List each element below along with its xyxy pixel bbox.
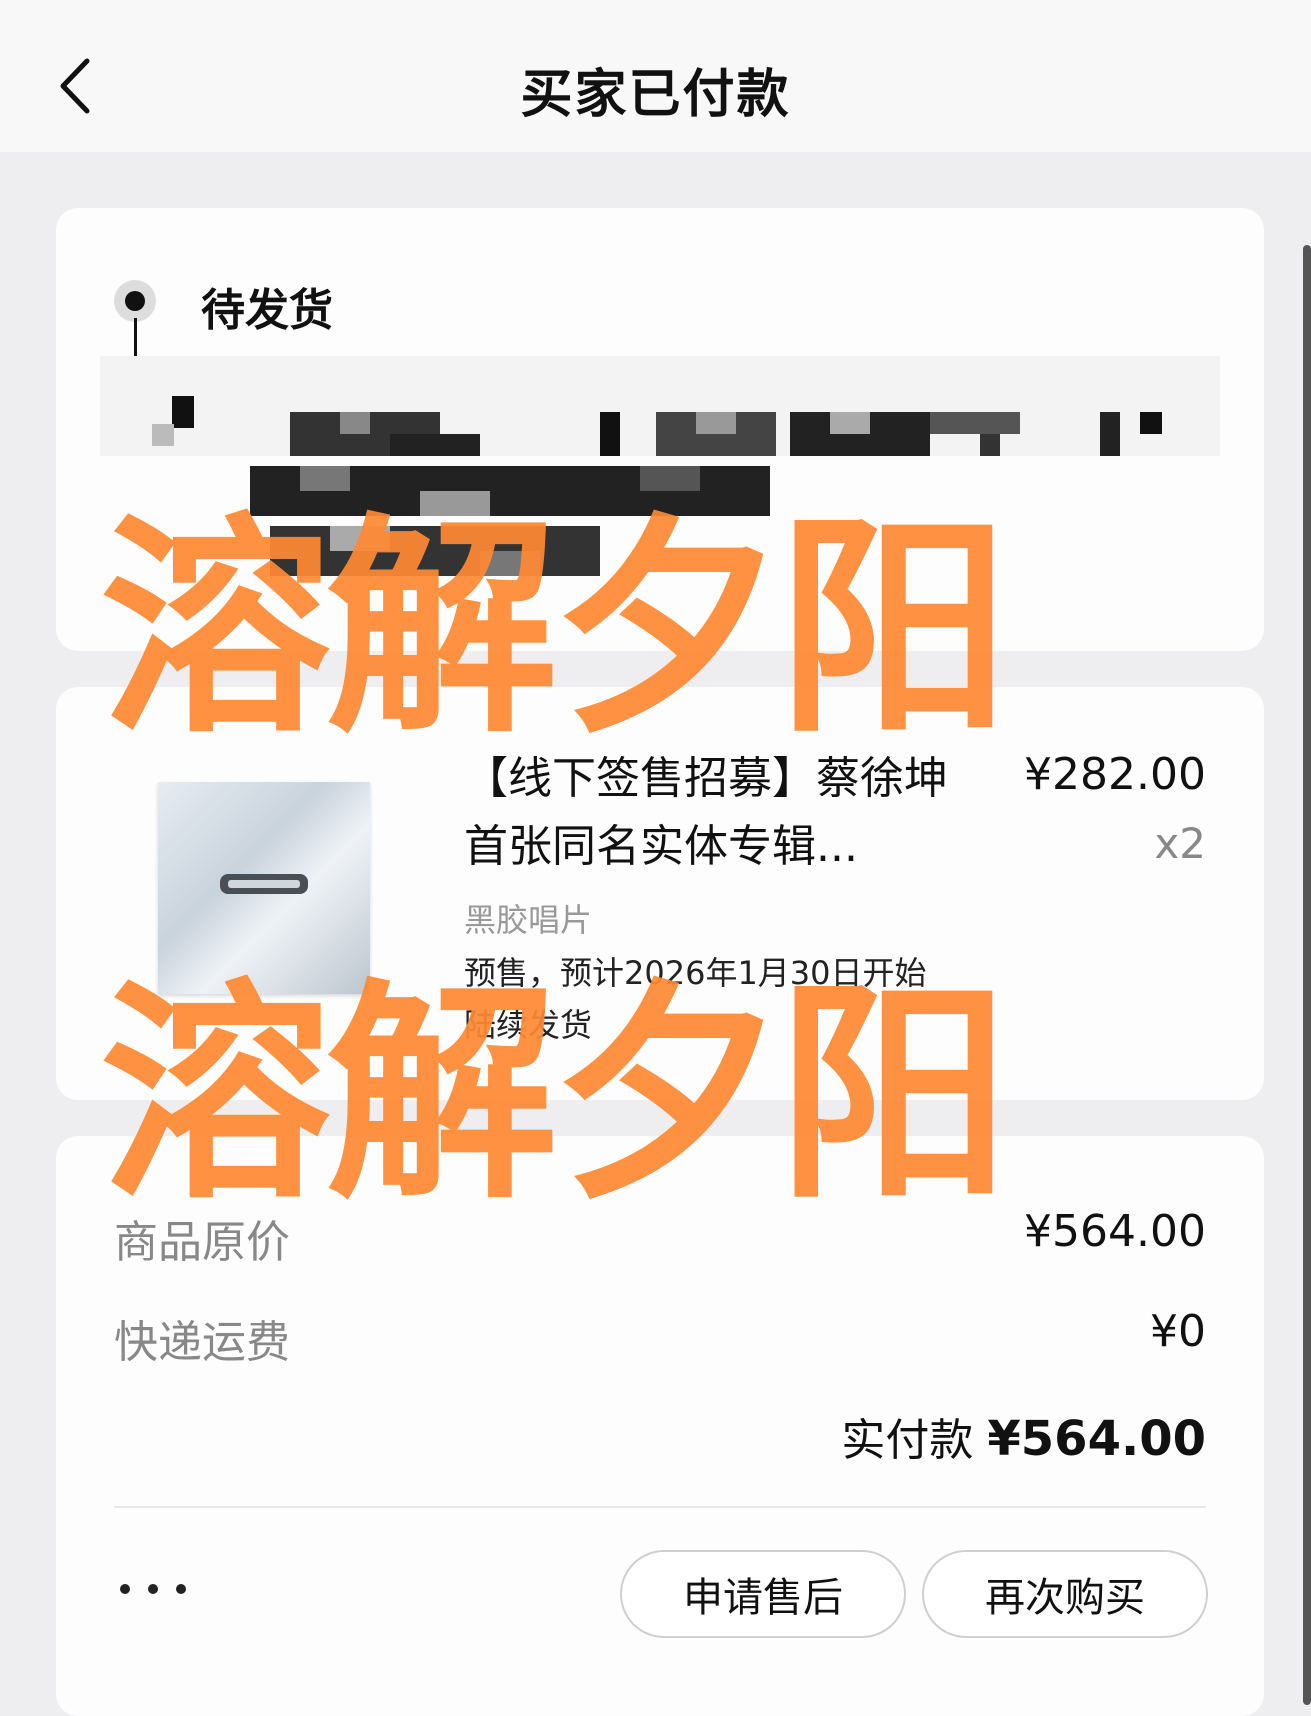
original-price-row: 商品原价 ¥564.00	[114, 1206, 1206, 1270]
divider	[114, 1506, 1206, 1508]
dot	[148, 1584, 158, 1594]
dot	[120, 1584, 130, 1594]
buy-again-button[interactable]: 再次购买	[922, 1550, 1208, 1638]
dot	[176, 1584, 186, 1594]
paid-value: ¥564.00	[987, 1411, 1206, 1467]
paid-label: 实付款	[841, 1415, 974, 1466]
status-dot-icon	[114, 280, 156, 322]
status-label: 待发货	[201, 285, 333, 336]
shipping-value: ¥0	[1150, 1306, 1206, 1357]
product-card[interactable]: 【线下签售招募】蔡徐坤首张同名实体专辑... ¥282.00 x2 黑胶唱片 预…	[56, 687, 1264, 1100]
apply-after-sale-button[interactable]: 申请售后	[620, 1550, 906, 1638]
shipping-label: 快递运费	[114, 1317, 290, 1368]
product-quantity: x2	[1154, 819, 1206, 868]
original-price-value: ¥564.00	[1024, 1206, 1206, 1257]
product-name[interactable]: 【线下签售招募】蔡徐坤首张同名实体专辑...	[464, 745, 964, 881]
header-bar: 买家已付款	[0, 0, 1311, 152]
original-price-label: 商品原价	[114, 1217, 290, 1268]
page-title: 买家已付款	[520, 65, 791, 125]
redacted-address-mosaic	[100, 356, 1220, 616]
scrollbar[interactable]	[1303, 245, 1311, 1705]
status-card: 待发货	[56, 208, 1264, 651]
more-dots-icon[interactable]	[120, 1584, 186, 1594]
album-logo-icon	[220, 874, 308, 894]
shipping-row: 快递运费 ¥0	[114, 1306, 1206, 1370]
product-thumbnail[interactable]	[158, 782, 370, 994]
product-variant: 黑胶唱片	[464, 901, 593, 939]
paid-amount-row: 实付款 ¥564.00	[841, 1404, 1206, 1468]
presale-note: 预售，预计2026年1月30日开始陆续发货	[464, 954, 927, 1044]
product-price: ¥282.00	[1024, 749, 1206, 800]
payment-summary-card: 商品原价 ¥564.00 快递运费 ¥0 实付款 ¥564.00 申请售后 再次购…	[56, 1136, 1264, 1716]
